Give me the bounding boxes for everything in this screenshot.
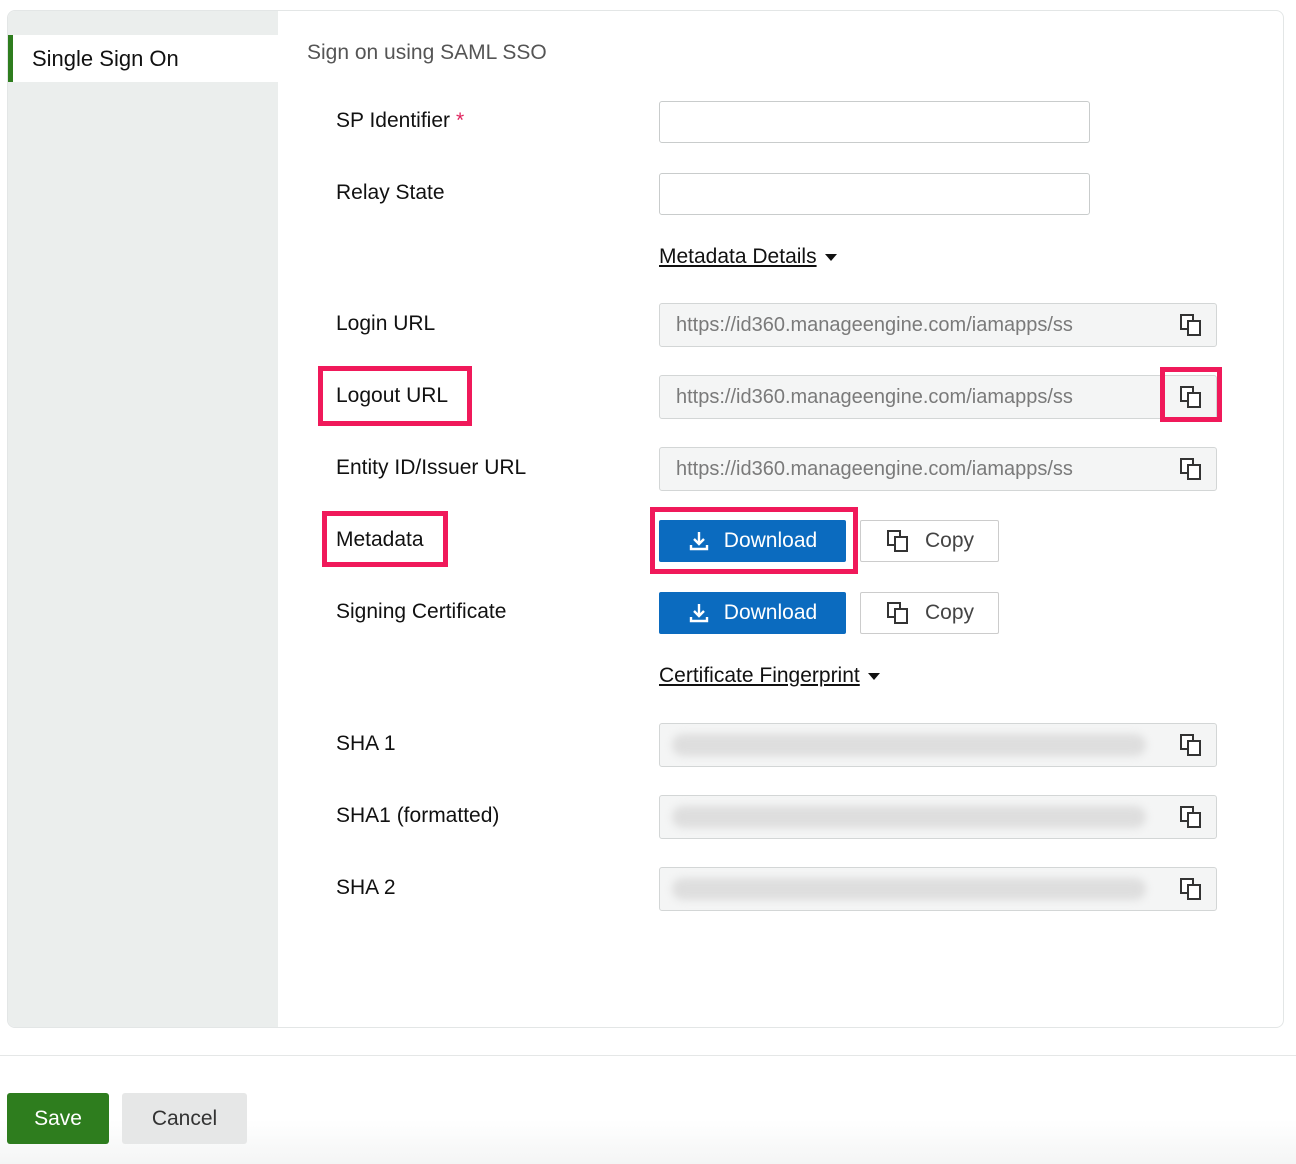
sp-identifier-label-text: SP Identifier: [336, 109, 451, 132]
signing-certificate-label: Signing Certificate: [336, 600, 507, 623]
sha2-value-redacted: [672, 878, 1146, 900]
certificate-fingerprint-label: Certificate Fingerprint: [659, 664, 860, 687]
copy-icon[interactable]: [1178, 804, 1204, 830]
caret-down-icon: [867, 672, 880, 680]
entity-id-field[interactable]: https://id360.manageengine.com/iamapps/s…: [659, 447, 1217, 491]
sso-settings-panel: Single Sign On Sign on using SAML SSO SP…: [7, 10, 1284, 1028]
sha1-formatted-value-redacted: [672, 806, 1146, 828]
sha1-formatted-label: SHA1 (formatted): [336, 804, 500, 827]
copy-icon: [886, 602, 908, 624]
metadata-copy-button[interactable]: Copy: [860, 520, 999, 562]
caret-down-icon: [824, 253, 837, 261]
download-label: Download: [723, 529, 818, 552]
copy-label: Copy: [924, 601, 975, 624]
sp-identifier-input[interactable]: [659, 101, 1090, 143]
copy-icon[interactable]: [1178, 876, 1204, 902]
save-button[interactable]: Save: [7, 1093, 109, 1144]
cancel-button[interactable]: Cancel: [122, 1093, 247, 1144]
copy-icon[interactable]: [1178, 384, 1204, 410]
logout-url-label: Logout URL: [336, 384, 449, 407]
copy-label: Copy: [924, 529, 975, 552]
relay-state-label: Relay State: [336, 181, 445, 204]
copy-icon: [886, 530, 908, 552]
metadata-label: Metadata: [336, 528, 424, 551]
relay-state-input[interactable]: [659, 173, 1090, 215]
metadata-details-label: Metadata Details: [659, 245, 817, 268]
logout-url-field[interactable]: https://id360.manageengine.com/iamapps/s…: [659, 375, 1217, 419]
copy-icon[interactable]: [1178, 312, 1204, 338]
sidebar-item-single-sign-on[interactable]: Single Sign On: [8, 35, 278, 82]
login-url-field[interactable]: https://id360.manageengine.com/iamapps/s…: [659, 303, 1217, 347]
entity-id-value: https://id360.manageengine.com/iamapps/s…: [676, 457, 1073, 480]
login-url-value: https://id360.manageengine.com/iamapps/s…: [676, 313, 1073, 336]
section-title: Sign on using SAML SSO: [307, 41, 547, 64]
metadata-download-button[interactable]: Download: [659, 520, 846, 562]
signing-certificate-download-button[interactable]: Download: [659, 592, 846, 634]
copy-icon[interactable]: [1178, 732, 1204, 758]
sha2-field[interactable]: [659, 867, 1217, 911]
certificate-fingerprint-toggle[interactable]: Certificate Fingerprint: [659, 664, 880, 688]
sha1-formatted-field[interactable]: [659, 795, 1217, 839]
login-url-label: Login URL: [336, 312, 436, 335]
footer-divider: [0, 1055, 1296, 1056]
entity-id-label: Entity ID/Issuer URL: [336, 456, 527, 479]
download-icon: [689, 532, 708, 551]
sidebar-item-label: Single Sign On: [32, 45, 179, 71]
copy-icon[interactable]: [1178, 456, 1204, 482]
metadata-details-toggle[interactable]: Metadata Details: [659, 245, 837, 269]
sidebar: Single Sign On: [8, 11, 278, 1027]
logout-url-value: https://id360.manageengine.com/iamapps/s…: [676, 385, 1073, 408]
sp-identifier-label: SP Identifier *: [336, 107, 464, 135]
sha1-value-redacted: [672, 734, 1146, 756]
download-icon: [689, 604, 708, 623]
sha2-label: SHA 2: [336, 876, 396, 899]
signing-certificate-copy-button[interactable]: Copy: [860, 592, 999, 634]
sha1-field[interactable]: [659, 723, 1217, 767]
required-mark: *: [456, 109, 465, 132]
download-label: Download: [723, 601, 818, 624]
sha1-label: SHA 1: [336, 732, 396, 755]
